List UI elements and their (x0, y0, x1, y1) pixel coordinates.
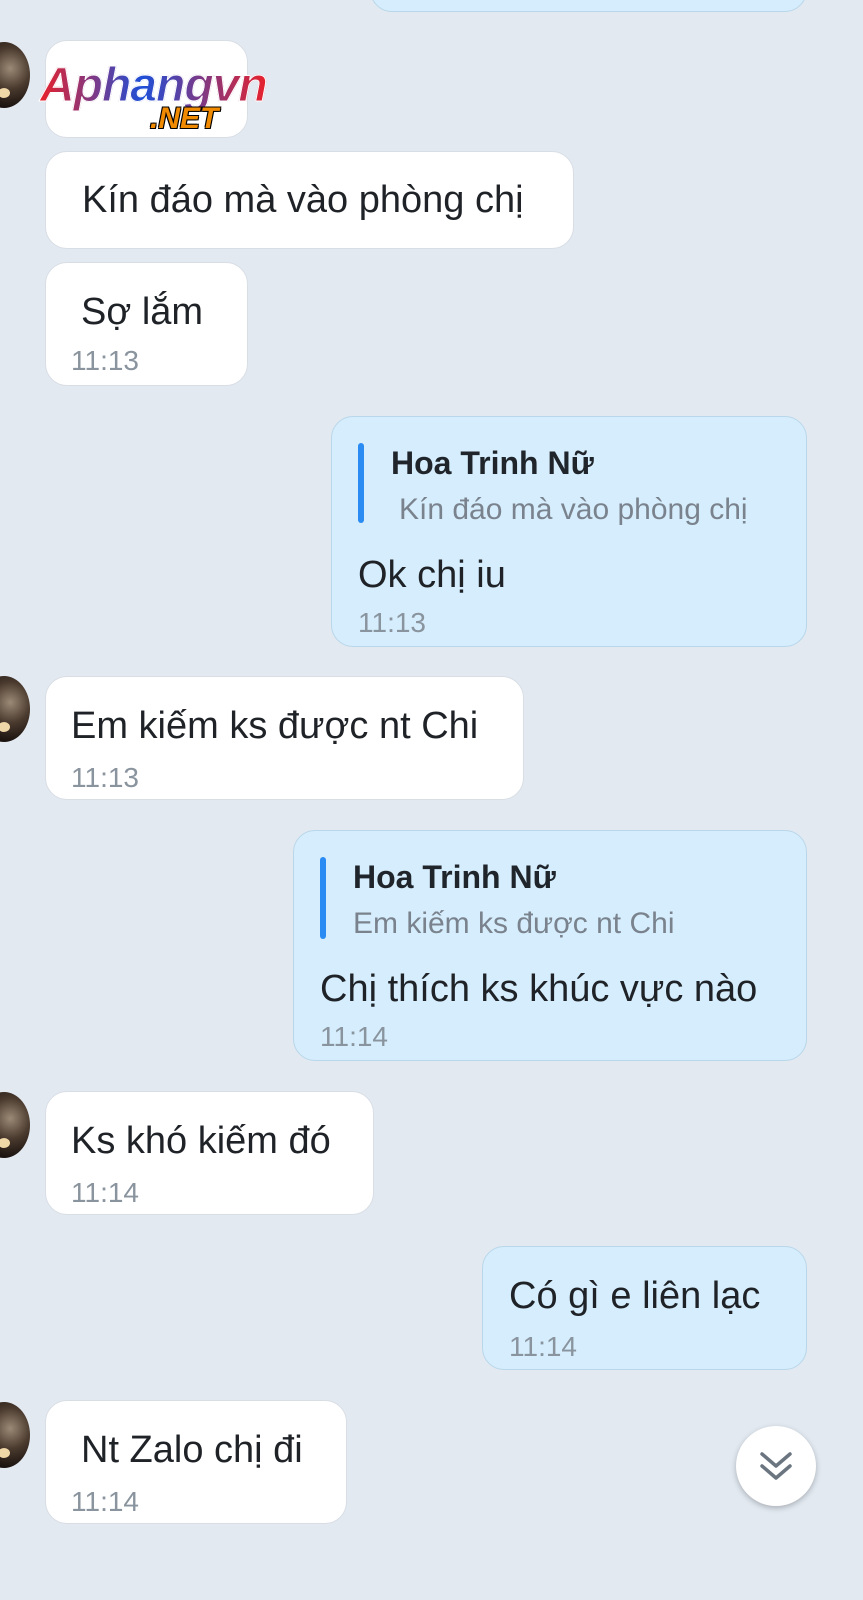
message-time: 11:13 (71, 345, 139, 376)
quote-author: Hoa Trinh Nữ (353, 859, 556, 895)
message-text: Sợ lắm (81, 291, 204, 333)
message-text: Chị thích ks khúc vực nào (320, 968, 758, 1010)
message-bubble-sent[interactable]: Có gì e liên lạc 11:14 (482, 1246, 807, 1370)
message-time: 11:14 (509, 1331, 577, 1362)
quote-text: Em kiếm ks được nt Chi (353, 907, 675, 940)
watermark-logo: Aphangvn .NET (40, 58, 300, 138)
watermark-suffix-text: .NET (150, 102, 219, 135)
contact-avatar[interactable] (0, 1402, 30, 1468)
scroll-to-bottom-button[interactable] (736, 1426, 816, 1506)
message-time: 11:14 (320, 1021, 388, 1052)
message-time: 11:14 (71, 1177, 139, 1208)
message-bubble-sent[interactable]: Hoa Trinh Nữ Em kiếm ks được nt Chi Chị … (293, 830, 807, 1061)
quote-author: Hoa Trinh Nữ (391, 445, 594, 481)
double-chevron-down-icon (756, 1446, 796, 1486)
quote-bar (320, 857, 326, 939)
message-text: Có gì e liên lạc (509, 1275, 761, 1317)
contact-avatar[interactable] (0, 42, 30, 108)
message-bubble-received[interactable]: Kín đáo mà vào phòng chị (45, 151, 574, 249)
message-bubble-received[interactable]: Ks khó kiếm đó 11:14 (45, 1091, 374, 1215)
message-text: Ks khó kiếm đó (71, 1120, 331, 1162)
message-text: Ok chị iu (358, 554, 506, 596)
quote-text: Kín đáo mà vào phòng chị (399, 493, 748, 526)
message-bubble-sent-clipped[interactable] (370, 0, 807, 12)
quote-bar (358, 443, 364, 523)
message-time: 11:13 (358, 607, 426, 638)
contact-avatar[interactable] (0, 676, 30, 742)
message-time: 11:13 (71, 762, 139, 793)
contact-avatar[interactable] (0, 1092, 30, 1158)
message-bubble-received[interactable]: Nt Zalo chị đi 11:14 (45, 1400, 347, 1524)
message-text: Kín đáo mà vào phòng chị (82, 179, 524, 221)
message-text: Nt Zalo chị đi (81, 1429, 303, 1471)
message-bubble-received[interactable]: Sợ lắm 11:13 (45, 262, 248, 386)
message-bubble-sent[interactable]: Hoa Trinh Nữ Kín đáo mà vào phòng chị Ok… (331, 416, 807, 647)
message-text: Em kiếm ks được nt Chi (71, 705, 479, 747)
message-bubble-received[interactable]: Em kiếm ks được nt Chi 11:13 (45, 676, 524, 800)
message-time: 11:14 (71, 1486, 139, 1517)
